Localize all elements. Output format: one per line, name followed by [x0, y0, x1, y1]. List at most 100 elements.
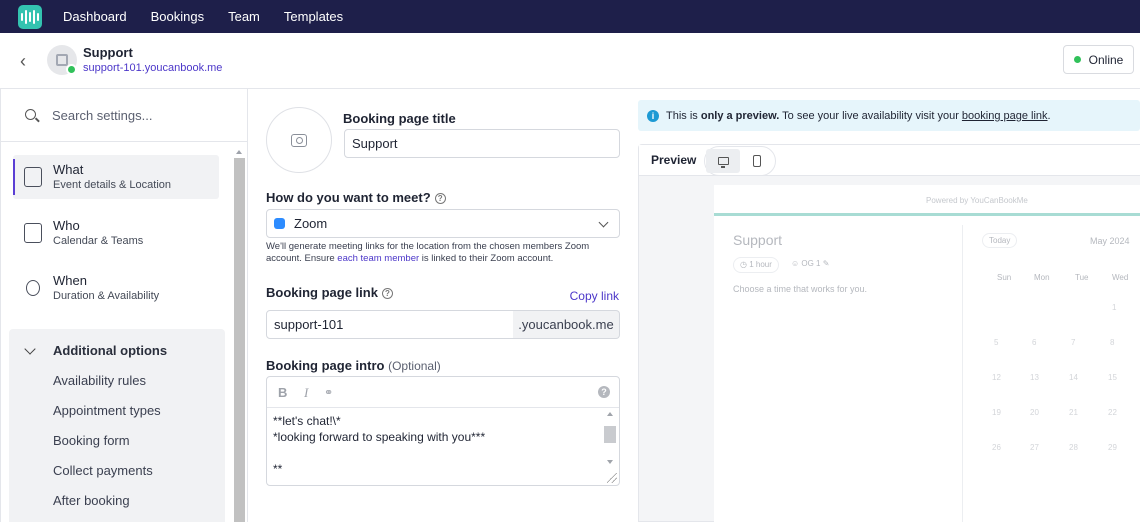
copy-link-button[interactable]: Copy link: [570, 289, 619, 303]
bold-icon[interactable]: B: [278, 385, 287, 400]
title-label: Booking page title: [343, 111, 456, 126]
booking-link-input[interactable]: support-101: [266, 310, 514, 339]
calendar-day: 8: [1110, 338, 1115, 347]
meet-label: How do you want to meet??: [266, 190, 446, 205]
calendar-day: 28: [1069, 443, 1078, 452]
desktop-preview-button[interactable]: [706, 149, 740, 173]
preview-header: Preview: [639, 145, 1140, 176]
intro-line: *looking forward to speaking with you***: [273, 430, 486, 444]
weekday-label: Sun: [997, 273, 1012, 282]
additional-options-section: Additional options Availability rules Ap…: [9, 329, 225, 522]
meeting-location-select[interactable]: Zoom: [266, 209, 620, 238]
scroll-up-icon[interactable]: [236, 150, 242, 154]
online-status-button[interactable]: Online: [1063, 45, 1134, 74]
help-icon[interactable]: ?: [434, 193, 446, 204]
zoom-note-text-end: is linked to their Zoom account.: [419, 253, 554, 264]
search-input[interactable]: Search settings...: [52, 108, 152, 123]
settings-search[interactable]: Search settings...: [1, 89, 247, 142]
top-nav: Dashboard Bookings Team Templates: [0, 0, 1140, 33]
sidebar-item-subtitle: Calendar & Teams: [53, 235, 144, 247]
calendar-day: 19: [992, 408, 1001, 417]
italic-icon[interactable]: I: [304, 385, 308, 401]
nav-team[interactable]: Team: [228, 9, 260, 24]
month-label: May 2024: [1090, 236, 1130, 246]
nav-templates[interactable]: Templates: [284, 9, 343, 24]
calendar-day: 7: [1071, 338, 1076, 347]
host-text: OG 1: [801, 259, 821, 268]
nav-bookings[interactable]: Bookings: [151, 9, 204, 24]
intro-editor[interactable]: B I ⚭ ? **let's chat!\* *looking forward…: [266, 376, 620, 486]
monitor-icon: [717, 157, 729, 168]
info-text-middle: To see your live availability visit your: [779, 109, 962, 122]
link-label: Booking page link?: [266, 285, 393, 300]
watch-icon: [26, 280, 40, 296]
calendar-day: 5: [994, 338, 999, 347]
phone-icon: [753, 155, 761, 167]
page-url-link[interactable]: support-101.youcanbook.me: [83, 62, 222, 74]
calendar-day: 13: [1030, 373, 1039, 382]
app-logo-icon[interactable]: [18, 4, 42, 29]
additional-options-toggle[interactable]: Additional options: [53, 343, 167, 358]
page-title: Support: [83, 45, 133, 60]
powered-by: Powered by YouCanBookMe: [926, 196, 1028, 205]
duration-chip: ◷ 1 hour: [733, 257, 779, 273]
mobile-preview-button[interactable]: [740, 149, 774, 173]
calendar-day: 6: [1032, 338, 1037, 347]
help-icon[interactable]: ?: [381, 288, 393, 299]
info-text-start: This is: [666, 109, 701, 122]
scrollbar-thumb[interactable]: [604, 426, 616, 443]
chevron-down-icon[interactable]: [24, 343, 36, 355]
page-header: ‹ Support support-101.youcanbook.me Onli…: [0, 33, 1140, 89]
back-arrow-icon[interactable]: ‹: [20, 52, 34, 70]
info-text-bold: only a preview.: [700, 109, 780, 122]
calendar-day: 20: [1030, 408, 1039, 417]
preview-divider: [962, 225, 963, 522]
search-icon: [25, 109, 36, 120]
calendar-day: 21: [1069, 408, 1078, 417]
team-member-link[interactable]: each team member: [337, 253, 419, 264]
weekday-label: Tue: [1075, 273, 1089, 282]
calendar-day: 1: [1112, 303, 1117, 312]
booking-page-link[interactable]: booking page link: [962, 110, 1048, 122]
link-icon[interactable]: ⚭: [324, 386, 333, 399]
sidebar-item-booking-form[interactable]: Booking form: [53, 433, 130, 448]
sidebar-item-after-booking[interactable]: After booking: [53, 493, 130, 508]
scroll-up-icon[interactable]: [607, 412, 613, 416]
intro-line: [273, 445, 485, 461]
upload-photo-button[interactable]: [266, 107, 332, 173]
preview-subtitle: Choose a time that works for you.: [733, 284, 868, 294]
today-button: Today: [982, 233, 1018, 248]
info-text: This is only a preview. To see your live…: [666, 110, 1051, 122]
title-input[interactable]: Support: [344, 129, 620, 158]
intro-label-text: Booking page intro: [266, 358, 385, 373]
sidebar-item-when[interactable]: When Duration & Availability: [13, 266, 219, 310]
sidebar-item-what[interactable]: What Event details & Location: [13, 155, 219, 199]
sidebar-item-collect-payments[interactable]: Collect payments: [53, 463, 153, 478]
sidebar-scrollbar[interactable]: [233, 146, 245, 522]
calendar-day: 15: [1108, 373, 1117, 382]
editor-scrollbar[interactable]: [604, 410, 616, 468]
chevron-down-icon: [598, 217, 609, 228]
sidebar-item-availability-rules[interactable]: Availability rules: [53, 373, 146, 388]
calendar-day: 12: [992, 373, 1001, 382]
page-icon: [56, 54, 68, 66]
preview-title: Support: [733, 232, 783, 248]
intro-textarea[interactable]: **let's chat!\* *looking forward to spea…: [273, 413, 485, 477]
settings-sidebar: Search settings... What Event details & …: [0, 89, 248, 522]
scroll-down-icon[interactable]: [607, 460, 613, 464]
sidebar-item-appointment-types[interactable]: Appointment types: [53, 403, 161, 418]
resize-handle-icon[interactable]: [607, 473, 617, 483]
sidebar-item-who[interactable]: Who Calendar & Teams: [13, 211, 219, 255]
info-text-end: .: [1047, 109, 1051, 122]
nav-dashboard[interactable]: Dashboard: [63, 9, 127, 24]
duration-text: 1 hour: [749, 260, 772, 269]
online-label: Online: [1088, 52, 1124, 67]
help-icon[interactable]: ?: [598, 386, 610, 398]
device-toggle: [704, 146, 776, 176]
brand-stripe: [714, 213, 1140, 216]
event-details-form: Booking page title Support How do you wa…: [248, 89, 638, 522]
editor-toolbar: B I ⚭ ?: [267, 377, 619, 408]
scrollbar-thumb[interactable]: [234, 158, 245, 522]
weekday-label: Wed: [1112, 273, 1129, 282]
info-icon: i: [647, 109, 659, 122]
